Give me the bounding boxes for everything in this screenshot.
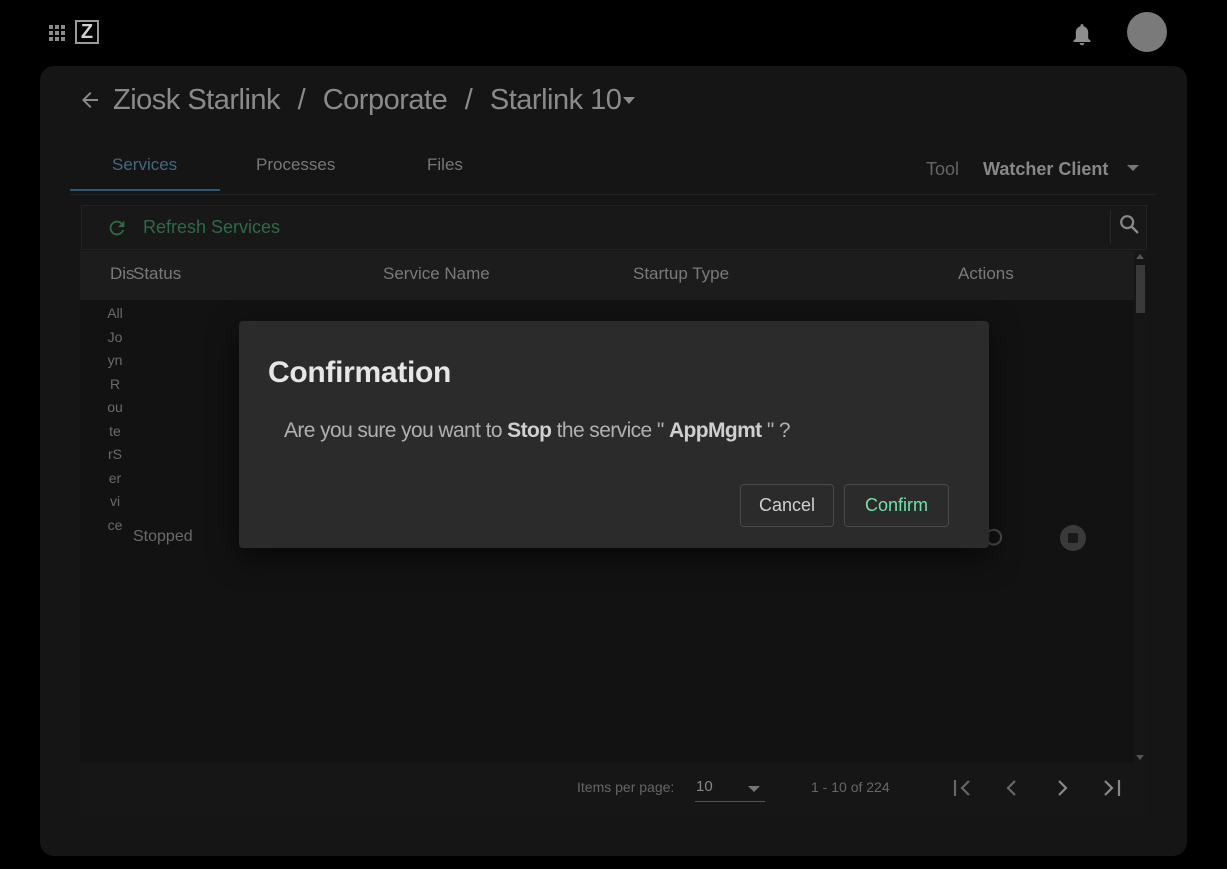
confirm-button[interactable]: Confirm [844,484,949,527]
dialog-message: Are you sure you want to Stop the servic… [284,419,791,443]
dialog-message-middle: the service " [556,419,665,442]
dialog-action: Stop [507,419,552,442]
dialog-message-suffix: " ? [766,419,791,442]
dialog-message-prefix: Are you sure you want to [284,419,503,442]
cancel-button[interactable]: Cancel [740,484,834,527]
dialog-title: Confirmation [268,356,452,389]
dialog-service-name: AppMgmt [668,419,762,442]
